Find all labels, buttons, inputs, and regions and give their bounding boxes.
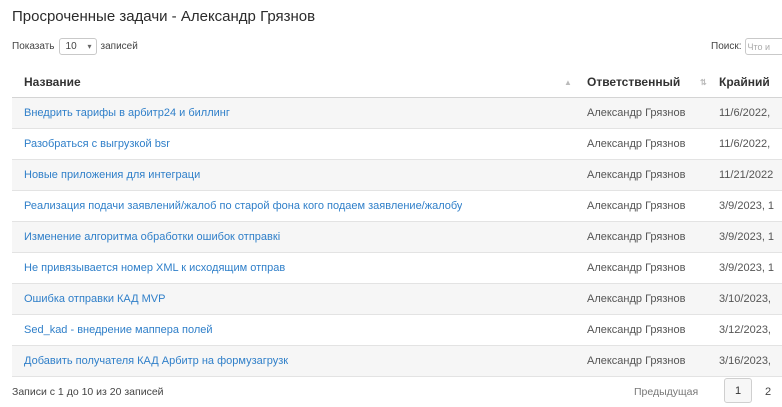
deadline-cell: 3/9/2023, 1 bbox=[719, 262, 775, 274]
search-label: Поиск: bbox=[711, 41, 742, 52]
table-row: Разобраться с выгрузкой bsr Александр Гр… bbox=[12, 129, 782, 160]
task-link[interactable]: Новые приложения для интеграци bbox=[24, 160, 200, 190]
previous-page-button[interactable]: Предыдущая bbox=[634, 386, 698, 398]
page-length-select[interactable]: 10 ▾ bbox=[58, 38, 97, 55]
page-length-prefix: Показать bbox=[12, 41, 55, 52]
table-row: Не привязывается номер XML к исходящим о… bbox=[12, 253, 782, 284]
owner-cell: Александр Грязнов bbox=[587, 293, 686, 305]
table-body: Внедрить тарифы в арбитр24 и биллинг Але… bbox=[12, 98, 782, 377]
deadline-cell: 3/10/2023, bbox=[719, 293, 771, 305]
owner-cell: Александр Грязнов bbox=[587, 324, 686, 336]
table-row: Ошибка отправки КАД MVP Александр Грязно… bbox=[12, 284, 782, 315]
deadline-cell: 3/9/2023, 1 bbox=[719, 231, 775, 243]
page-length-control: Показать 10 ▾ записей bbox=[12, 38, 138, 55]
page-title: Просроченные задачи - Александр Грязнов bbox=[12, 8, 316, 25]
search-control: Поиск: Что и bbox=[711, 38, 782, 55]
table-row: Новые приложения для интеграци Александр… bbox=[12, 160, 782, 191]
chevron-down-icon: ▾ bbox=[87, 42, 92, 51]
task-link[interactable]: Разобраться с выгрузкой bsr bbox=[24, 129, 170, 159]
owner-cell: Александр Грязнов bbox=[587, 231, 686, 243]
column-header-owner[interactable]: Ответственный bbox=[587, 67, 680, 97]
owner-cell: Александр Грязнов bbox=[587, 355, 686, 367]
sort-icon[interactable]: ⇅ bbox=[700, 67, 707, 97]
sort-icon[interactable]: ▲ bbox=[564, 67, 572, 97]
table-row: Изменение алгоритма обработки ошибок отп… bbox=[12, 222, 782, 253]
deadline-cell: 3/12/2023, bbox=[719, 324, 771, 336]
table-row: Добавить получателя КАД Арбитр на формуз… bbox=[12, 346, 782, 377]
owner-cell: Александр Грязнов bbox=[587, 262, 686, 274]
page-length-suffix: записей bbox=[100, 41, 138, 52]
table-info: Записи с 1 до 10 из 20 записей bbox=[12, 386, 164, 398]
page-1-button[interactable]: 1 bbox=[724, 378, 752, 403]
task-link[interactable]: Добавить получателя КАД Арбитр на формуз… bbox=[24, 346, 288, 376]
page-2-button[interactable]: 2 bbox=[765, 386, 771, 398]
column-header-deadline[interactable]: Крайний bbox=[719, 67, 770, 97]
table-row: Реализация подачи заявлений/жалоб по ста… bbox=[12, 191, 782, 222]
owner-cell: Александр Грязнов bbox=[587, 107, 686, 119]
table-row: Sed_kad - внедрение маппера полей Алекса… bbox=[12, 315, 782, 346]
task-link[interactable]: Sed_kad - внедрение маппера полей bbox=[24, 315, 213, 345]
page-length-value: 10 bbox=[65, 41, 77, 52]
column-header-name[interactable]: Название bbox=[24, 67, 81, 97]
owner-cell: Александр Грязнов bbox=[587, 169, 686, 181]
table-row: Внедрить тарифы в арбитр24 и биллинг Але… bbox=[12, 98, 782, 129]
deadline-cell: 11/6/2022, bbox=[719, 107, 771, 119]
task-link[interactable]: Ошибка отправки КАД MVP bbox=[24, 284, 165, 314]
task-link[interactable]: Реализация подачи заявлений/жалоб по ста… bbox=[24, 191, 462, 221]
deadline-cell: 11/21/2022 bbox=[719, 169, 774, 181]
table-header: Название ▲ Ответственный ⇅ Крайний bbox=[12, 67, 782, 98]
deadline-cell: 3/16/2023, bbox=[719, 355, 771, 367]
task-link[interactable]: Внедрить тарифы в арбитр24 и биллинг bbox=[24, 98, 230, 128]
task-link[interactable]: Изменение алгоритма обработки ошибок отп… bbox=[24, 222, 280, 252]
search-input[interactable]: Что и bbox=[744, 38, 782, 55]
tasks-table: Название ▲ Ответственный ⇅ Крайний Внедр… bbox=[12, 67, 782, 377]
deadline-cell: 11/6/2022, bbox=[719, 138, 771, 150]
owner-cell: Александр Грязнов bbox=[587, 138, 686, 150]
deadline-cell: 3/9/2023, 1 bbox=[719, 200, 775, 212]
owner-cell: Александр Грязнов bbox=[587, 200, 686, 212]
task-link[interactable]: Не привязывается номер XML к исходящим о… bbox=[24, 253, 285, 283]
